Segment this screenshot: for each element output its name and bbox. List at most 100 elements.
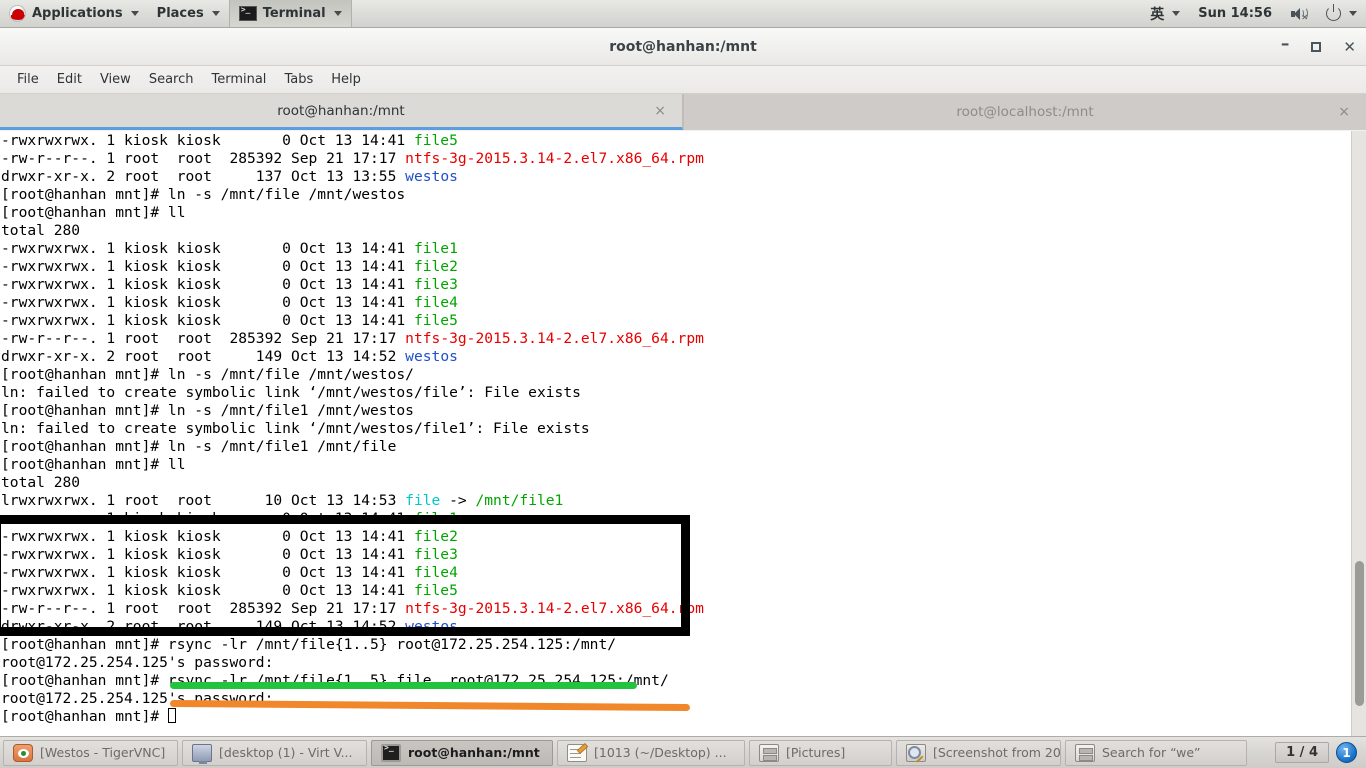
applications-menu-label: Applications	[32, 6, 123, 21]
terminal-line: root@172.25.254.125's password:	[1, 690, 704, 708]
tab-root-localhost-mnt[interactable]: root@localhost:/mnt ×	[683, 94, 1366, 130]
window-title-bar[interactable]: root@hanhan:/mnt – ✕	[0, 28, 1366, 66]
terminal-span: westos	[405, 348, 458, 365]
terminal-span: [root@hanhan mnt]# ln -s /mnt/file1 /mnt…	[1, 402, 414, 419]
terminal-line: ln: failed to create symbolic link ‘/mnt…	[1, 384, 704, 402]
terminal-line: -rwxrwxrwx. 1 kiosk kiosk 0 Oct 13 14:41…	[1, 276, 704, 294]
terminal-span: -rwxrwxrwx. 1 kiosk kiosk 0 Oct 13 14:41	[1, 312, 414, 329]
taskbar-item-pictures[interactable]: [Pictures]	[749, 739, 892, 766]
terminal-span: [root@hanhan mnt]# ll	[1, 456, 186, 473]
menu-view[interactable]: View	[91, 69, 140, 90]
taskbar-item-westos-tigervnc[interactable]: [Westos - TigerVNC]	[3, 739, 178, 766]
terminal-line: drwxr-xr-x. 2 root root 149 Oct 13 14:52…	[1, 348, 704, 366]
workspace-area: 1 / 4 1	[1275, 742, 1363, 763]
terminal-cursor	[167, 708, 176, 723]
terminal-line: -rw-r--r--. 1 root root 285392 Sep 21 17…	[1, 150, 704, 168]
taskbar-item-desktop-virt-viewer[interactable]: [desktop (1) - Virt V...	[182, 739, 367, 766]
terminal-span: -rw-r--r--. 1 root root 285392 Sep 21 17…	[1, 330, 406, 347]
terminal-output-area[interactable]: -rwxrwxrwx. 1 kiosk kiosk 0 Oct 13 14:41…	[0, 131, 1366, 736]
taskbar-item-search-we[interactable]: Search for “we”	[1065, 739, 1247, 766]
taskbar-item-terminal[interactable]: root@hanhan:/mnt	[371, 739, 553, 766]
terminal-span: drwxr-xr-x. 2 root root 137 Oct 13 13:55	[1, 168, 406, 185]
volume-indicator[interactable]: ✕	[1281, 0, 1317, 27]
terminal-icon	[238, 5, 257, 21]
terminal-line: ln: failed to create symbolic link ‘/mnt…	[1, 420, 704, 438]
menu-search[interactable]: Search	[140, 69, 203, 90]
terminal-line: -rwxrwxrwx. 1 kiosk kiosk 0 Oct 13 14:41…	[1, 312, 704, 330]
terminal-span: ln: failed to create symbolic link ‘/mnt…	[1, 420, 590, 437]
taskbar-item-1013-desktop[interactable]: [1013 (~/Desktop) ...	[557, 739, 745, 766]
terminal-span: ntfs-3g-2015.3.14-2.el7.x86_64.rpm	[405, 150, 704, 167]
close-icon[interactable]: ×	[1338, 104, 1350, 120]
close-button[interactable]: ✕	[1343, 39, 1356, 55]
terminal-span: file	[405, 492, 441, 509]
menu-terminal[interactable]: Terminal	[202, 69, 275, 90]
active-window-menu-terminal[interactable]: Terminal	[228, 0, 352, 27]
chevron-down-icon	[1349, 11, 1357, 16]
clock[interactable]: Sun 14:56	[1189, 0, 1281, 27]
terminal-line: -rwxrwxrwx. 1 kiosk kiosk 0 Oct 13 14:41…	[1, 294, 704, 312]
chevron-down-icon	[211, 11, 220, 16]
terminal-span: total 280	[1, 222, 81, 239]
taskbar-item-label: [1013 (~/Desktop) ...	[594, 745, 727, 760]
terminal-span: westos	[405, 168, 458, 185]
terminal-span: /mnt/file1	[475, 492, 564, 509]
terminal-line: -rwxrwxrwx. 1 kiosk kiosk 0 Oct 13 14:41…	[1, 510, 704, 528]
terminal-line: total 280	[1, 222, 704, 240]
terminal-span: [root@hanhan mnt]# ln -s /mnt/file /mnt/…	[1, 366, 414, 383]
terminal-span: drwxr-xr-x. 2 root root 149 Oct 13 14:52	[1, 618, 406, 635]
taskbar-item-label: root@hanhan:/mnt	[408, 745, 540, 760]
workspace-switcher[interactable]: 1	[1336, 742, 1357, 763]
monitor-icon	[192, 743, 212, 764]
terminal-span: ln: failed to create symbolic link ‘/mnt…	[1, 384, 581, 401]
tab-label: root@localhost:/mnt	[956, 104, 1094, 120]
maximize-button[interactable]	[1311, 42, 1322, 52]
input-method-indicator[interactable]: 英	[1141, 0, 1189, 27]
terminal-span: [root@hanhan mnt]#	[1, 708, 168, 725]
scrollbar-thumb[interactable]	[1355, 561, 1364, 706]
terminal-span: -rwxrwxrwx. 1 kiosk kiosk 0 Oct 13 14:41	[1, 294, 414, 311]
terminal-line: -rwxrwxrwx. 1 kiosk kiosk 0 Oct 13 14:41…	[1, 564, 704, 582]
menu-file[interactable]: File	[8, 69, 48, 90]
terminal-span: ntfs-3g-2015.3.14-2.el7.x86_64.rpm	[405, 330, 704, 347]
terminal-line: -rw-r--r--. 1 root root 285392 Sep 21 17…	[1, 600, 704, 618]
places-menu-label: Places	[156, 6, 204, 21]
terminal-scrollbar[interactable]	[1351, 131, 1366, 736]
terminal-span: file5	[413, 132, 458, 149]
terminal-span: -rw-r--r--. 1 root root 285392 Sep 21 17…	[1, 600, 406, 617]
terminal-span: westos	[405, 618, 458, 635]
terminal-span: [root@hanhan mnt]# ln -s /mnt/file /mnt/…	[1, 186, 406, 203]
chevron-down-icon	[130, 11, 139, 16]
terminal-line: -rwxrwxrwx. 1 kiosk kiosk 0 Oct 13 14:41…	[1, 132, 704, 150]
taskbar-item-label: [Pictures]	[786, 745, 846, 760]
files-icon	[759, 743, 779, 762]
tab-root-hanhan-mnt[interactable]: root@hanhan:/mnt ×	[0, 94, 683, 130]
taskbar-item-label: [Westos - TigerVNC]	[40, 745, 166, 760]
menu-edit[interactable]: Edit	[48, 69, 91, 90]
terminal-span: -rwxrwxrwx. 1 kiosk kiosk 0 Oct 13 14:41	[1, 582, 414, 599]
terminal-icon	[381, 743, 401, 762]
files-icon	[1075, 743, 1095, 762]
terminal-span: [root@hanhan mnt]# rsync -lr /mnt/file{1…	[1, 636, 617, 653]
window-page-indicator[interactable]: 1 / 4	[1275, 742, 1329, 763]
terminal-span: -rwxrwxrwx. 1 kiosk kiosk 0 Oct 13 14:41	[1, 132, 414, 149]
places-menu[interactable]: Places	[148, 0, 229, 27]
close-icon[interactable]: ×	[654, 103, 666, 119]
menu-tabs[interactable]: Tabs	[275, 69, 322, 90]
terminal-line: [root@hanhan mnt]# ll	[1, 456, 704, 474]
applications-menu[interactable]: Applications	[0, 0, 148, 27]
taskbar-item-screenshot[interactable]: [Screenshot from 20...	[896, 739, 1061, 766]
terminal-line: -rwxrwxrwx. 1 kiosk kiosk 0 Oct 13 14:41…	[1, 546, 704, 564]
terminal-span: -rwxrwxrwx. 1 kiosk kiosk 0 Oct 13 14:41	[1, 528, 414, 545]
terminal-span: file3	[413, 276, 458, 293]
terminal-span: -rwxrwxrwx. 1 kiosk kiosk 0 Oct 13 14:41	[1, 240, 414, 257]
window-title: root@hanhan:/mnt	[609, 38, 757, 55]
redhat-logo-icon	[9, 5, 26, 22]
terminal-span: -rwxrwxrwx. 1 kiosk kiosk 0 Oct 13 14:41	[1, 258, 414, 275]
terminal-span: file2	[413, 258, 458, 275]
system-menu[interactable]	[1317, 0, 1366, 27]
power-icon	[1326, 4, 1341, 21]
menu-help[interactable]: Help	[322, 69, 370, 90]
terminal-line: total 280	[1, 474, 704, 492]
minimize-button[interactable]: –	[1281, 35, 1290, 53]
